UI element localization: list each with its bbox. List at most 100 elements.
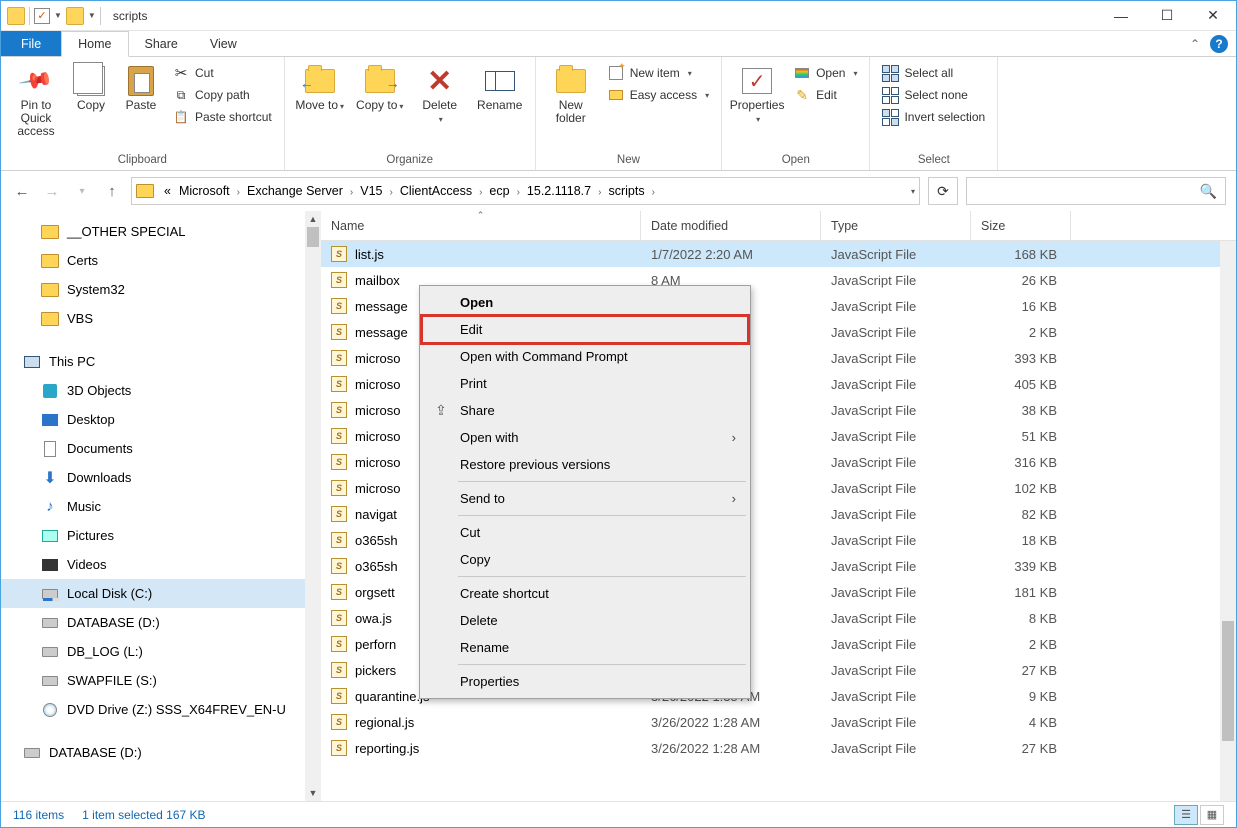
ctx-restore-versions[interactable]: Restore previous versions xyxy=(422,451,748,478)
search-input[interactable]: 🔍 xyxy=(966,177,1226,205)
nav-item[interactable]: Certs xyxy=(1,246,321,275)
close-button[interactable]: ✕ xyxy=(1190,1,1236,31)
file-row[interactable]: Sreporting.js3/26/2022 1:28 AMJavaScript… xyxy=(321,735,1236,761)
maximize-button[interactable]: ☐ xyxy=(1144,1,1190,31)
easy-access-button[interactable]: Easy access▾ xyxy=(604,85,713,105)
ctx-copy[interactable]: Copy xyxy=(422,546,748,573)
view-details-button[interactable]: ☰ xyxy=(1174,805,1198,825)
breadcrumb-segment[interactable]: ecp xyxy=(485,184,513,198)
nav-item[interactable]: VBS xyxy=(1,304,321,333)
ctx-delete[interactable]: Delete xyxy=(422,607,748,634)
breadcrumb-segment[interactable]: scripts xyxy=(604,184,648,198)
open-button[interactable]: Open▾ xyxy=(790,63,861,83)
ctx-edit[interactable]: Edit xyxy=(422,316,748,343)
nav-item[interactable]: Pictures xyxy=(1,521,321,550)
nav-item[interactable]: ⬇Downloads xyxy=(1,463,321,492)
file-date: 1/7/2022 2:20 AM xyxy=(641,247,821,262)
col-name[interactable]: Name⌃ xyxy=(321,211,641,240)
move-to-button[interactable]: ← Move to▾ xyxy=(293,61,347,113)
file-name: microso xyxy=(355,351,401,366)
file-row[interactable]: Slist.js1/7/2022 2:20 AMJavaScript File1… xyxy=(321,241,1236,267)
breadcrumb[interactable]: « Microsoft›Exchange Server›V15›ClientAc… xyxy=(131,177,920,205)
copy-path-button[interactable]: ⧉Copy path xyxy=(169,85,276,105)
breadcrumb-segment[interactable]: Exchange Server xyxy=(243,184,347,198)
copy-to-button[interactable]: → Copy to▾ xyxy=(353,61,407,113)
file-type: JavaScript File xyxy=(821,663,971,678)
file-size: 405 KB xyxy=(971,377,1071,392)
edit-button[interactable]: ✎Edit xyxy=(790,85,861,105)
up-button[interactable]: ↑ xyxy=(101,180,123,202)
breadcrumb-segment[interactable]: Microsoft xyxy=(175,184,234,198)
nav-scrollbar[interactable]: ▲ ▼ xyxy=(305,211,321,801)
breadcrumb-dropdown-icon[interactable]: ▾ xyxy=(911,187,915,196)
new-folder-button[interactable]: New folder xyxy=(544,61,598,125)
forward-button[interactable]: → xyxy=(41,180,63,202)
tab-share[interactable]: Share xyxy=(129,31,194,56)
qat-properties-icon[interactable]: ✓ xyxy=(34,8,50,24)
select-none-button[interactable]: Select none xyxy=(878,85,989,105)
nav-item[interactable]: SWAPFILE (S:) xyxy=(1,666,321,695)
breadcrumb-segment[interactable]: V15 xyxy=(356,184,386,198)
cut-button[interactable]: ✂Cut xyxy=(169,63,276,83)
view-thumbnails-button[interactable]: ▦ xyxy=(1200,805,1224,825)
nav-item[interactable]: Videos xyxy=(1,550,321,579)
breadcrumb-segment[interactable]: ClientAccess xyxy=(396,184,476,198)
file-row[interactable]: Sregional.js3/26/2022 1:28 AMJavaScript … xyxy=(321,709,1236,735)
ctx-share[interactable]: ⇪Share xyxy=(422,397,748,424)
recent-dropdown[interactable]: ▾ xyxy=(71,180,93,202)
chevron-right-icon: › xyxy=(234,187,243,198)
paste-button[interactable]: Paste xyxy=(119,61,163,112)
submenu-arrow-icon: › xyxy=(732,491,736,506)
back-button[interactable]: ← xyxy=(11,180,33,202)
nav-item[interactable]: DATABASE (D:) xyxy=(1,608,321,637)
ctx-cut[interactable]: Cut xyxy=(422,519,748,546)
delete-button[interactable]: ✕ Delete▾ xyxy=(413,61,467,126)
nav-item[interactable]: Desktop xyxy=(1,405,321,434)
ctx-open-with[interactable]: Open with› xyxy=(422,424,748,451)
select-all-button[interactable]: Select all xyxy=(878,63,989,83)
tab-home[interactable]: Home xyxy=(61,31,128,57)
pin-quick-access-button[interactable]: 📌 Pin to Quick access xyxy=(9,61,63,138)
ctx-create-shortcut[interactable]: Create shortcut xyxy=(422,580,748,607)
nav-item[interactable]: __OTHER SPECIAL xyxy=(1,217,321,246)
qat-dropdown-icon[interactable]: ▼ xyxy=(54,11,62,20)
copy-button[interactable]: Copy xyxy=(69,61,113,112)
paste-shortcut-button[interactable]: 📋Paste shortcut xyxy=(169,107,276,127)
properties-button[interactable]: ✓ Properties▾ xyxy=(730,61,784,126)
collapse-ribbon-icon[interactable]: ⌃ xyxy=(1190,37,1200,51)
nav-item[interactable]: This PC xyxy=(1,347,321,376)
breadcrumb-segment[interactable]: 15.2.1118.7 xyxy=(523,184,595,198)
nav-item[interactable]: DATABASE (D:) xyxy=(1,738,321,767)
nav-item[interactable]: DVD Drive (Z:) SSS_X64FREV_EN-U xyxy=(1,695,321,724)
file-scrollbar[interactable] xyxy=(1220,241,1236,801)
chevron-right-icon: › xyxy=(347,187,356,198)
nav-item[interactable]: DB_LOG (L:) xyxy=(1,637,321,666)
ctx-print[interactable]: Print xyxy=(422,370,748,397)
ctx-properties[interactable]: Properties xyxy=(422,668,748,695)
col-size[interactable]: Size xyxy=(971,211,1071,240)
nav-item-label: System32 xyxy=(67,282,125,297)
new-item-button[interactable]: New item▾ xyxy=(604,63,713,83)
nav-item[interactable]: Documents xyxy=(1,434,321,463)
nav-item[interactable]: 3D Objects xyxy=(1,376,321,405)
nav-item[interactable]: ♪Music xyxy=(1,492,321,521)
col-type[interactable]: Type xyxy=(821,211,971,240)
nav-item[interactable]: Local Disk (C:) xyxy=(1,579,321,608)
rename-button[interactable]: Rename xyxy=(473,61,527,112)
nav-item[interactable]: System32 xyxy=(1,275,321,304)
tab-view[interactable]: View xyxy=(194,31,253,56)
ctx-rename[interactable]: Rename xyxy=(422,634,748,661)
ctx-send-to[interactable]: Send to› xyxy=(422,485,748,512)
qat-dropdown2-icon[interactable]: ▼ xyxy=(88,11,96,20)
help-icon[interactable]: ? xyxy=(1210,35,1228,53)
ctx-open[interactable]: Open xyxy=(422,289,748,316)
ctx-open-cmd[interactable]: Open with Command Prompt xyxy=(422,343,748,370)
col-date[interactable]: Date modified xyxy=(641,211,821,240)
refresh-button[interactable]: ⟳ xyxy=(928,177,958,205)
minimize-button[interactable]: — xyxy=(1098,1,1144,31)
file-size: 393 KB xyxy=(971,351,1071,366)
invert-selection-button[interactable]: Invert selection xyxy=(878,107,989,127)
qat-folder-icon[interactable] xyxy=(66,7,84,25)
invert-selection-icon xyxy=(882,109,899,126)
tab-file[interactable]: File xyxy=(1,31,61,56)
